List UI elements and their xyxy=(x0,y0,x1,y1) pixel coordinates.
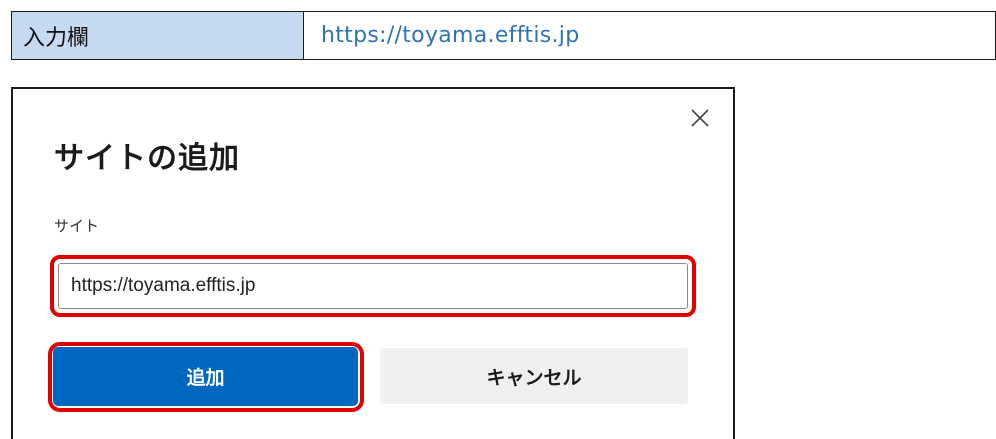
site-input[interactable]: https://toyama.efftis.jp xyxy=(58,263,688,309)
add-site-dialog: サイトの追加 サイト https://toyama.efftis.jp 追加 キ… xyxy=(11,87,735,439)
info-value-text: https://toyama.efftis.jp xyxy=(321,23,580,48)
info-table: 入力欄 https://toyama.efftis.jp xyxy=(11,11,996,60)
info-label-text: 入力欄 xyxy=(23,25,90,51)
close-button[interactable] xyxy=(685,103,715,133)
cancel-button[interactable]: キャンセル xyxy=(380,348,688,404)
site-field-label: サイト xyxy=(54,217,100,235)
add-button[interactable]: 追加 xyxy=(53,347,358,406)
dialog-title: サイトの追加 xyxy=(54,141,240,176)
info-value-cell: https://toyama.efftis.jp xyxy=(304,12,995,59)
close-icon xyxy=(691,109,709,127)
site-input-highlight: https://toyama.efftis.jp xyxy=(50,255,696,317)
info-label-cell: 入力欄 xyxy=(12,12,304,59)
